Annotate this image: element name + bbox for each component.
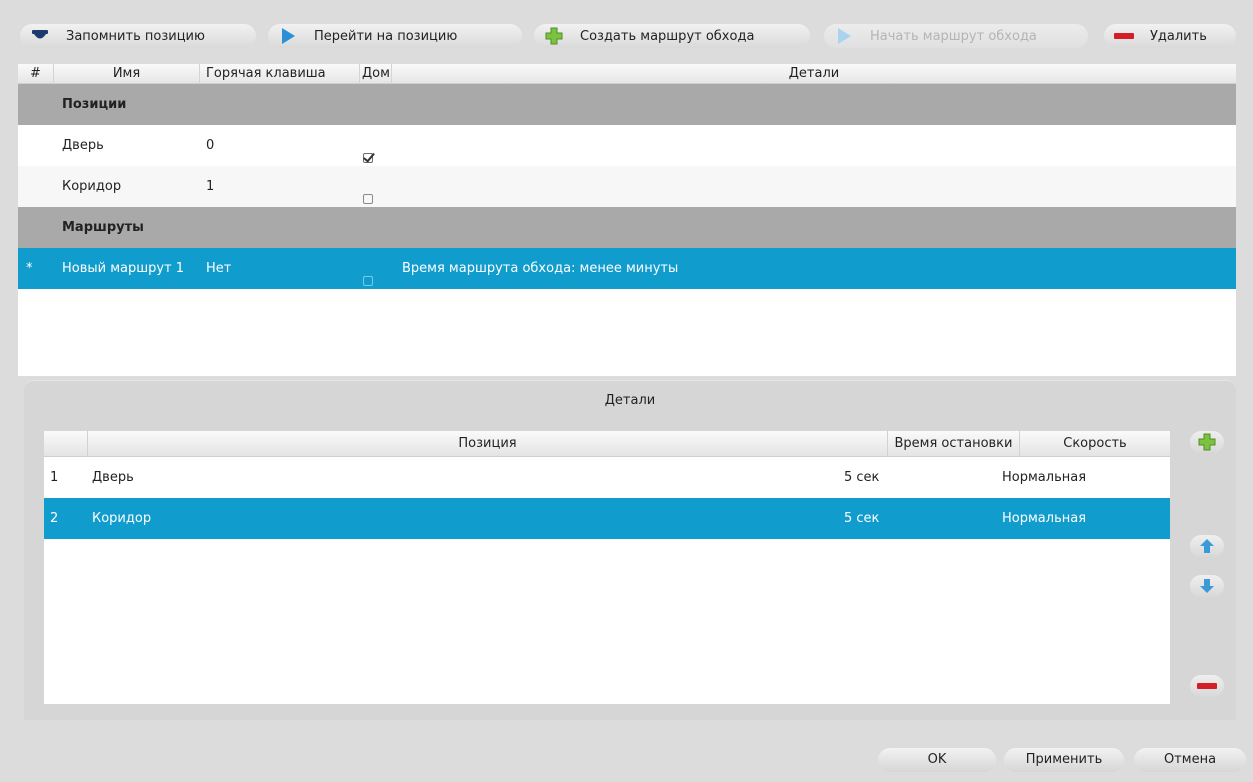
row-hotkey: 1 <box>206 179 215 194</box>
route-point-position: Дверь <box>92 470 134 485</box>
start-route-label: Начать маршрут обхода <box>870 28 1037 44</box>
minus-icon <box>1114 26 1134 46</box>
move-down-button[interactable] <box>1190 575 1224 597</box>
remove-point-button[interactable] <box>1190 675 1224 697</box>
home-checkbox[interactable] <box>363 125 373 166</box>
save-position-button[interactable]: Запомнить позицию <box>20 24 256 48</box>
route-point-index: 2 <box>50 511 59 526</box>
row-number: * <box>26 261 33 276</box>
column-header-name[interactable]: Имя <box>54 63 200 84</box>
row-hotkey: Нет <box>206 261 232 276</box>
left-edge <box>0 376 8 782</box>
start-route-button[interactable]: Начать маршрут обхода <box>824 24 1088 48</box>
column-header-index[interactable] <box>44 431 88 457</box>
minus-icon <box>1197 683 1217 689</box>
column-header-number[interactable]: # <box>18 63 54 84</box>
ok-button[interactable]: OK <box>878 748 996 772</box>
column-header-speed[interactable]: Скорость <box>1020 431 1170 457</box>
row-name: Новый маршрут 1 <box>62 261 185 276</box>
home-checkbox[interactable] <box>363 248 373 289</box>
column-header-details[interactable]: Детали <box>392 64 1236 84</box>
cancel-button[interactable]: Отмена <box>1134 748 1246 772</box>
create-route-button[interactable]: Создать маршрут обхода <box>534 24 810 48</box>
route-point-position: Коридор <box>92 511 152 526</box>
group-header-routes[interactable]: Маршруты <box>18 207 1236 248</box>
route-points-header: Позиция Время остановки Скорость <box>44 431 1170 457</box>
add-point-button[interactable] <box>1190 431 1224 453</box>
route-point-stop-time: 5 сек <box>844 511 880 526</box>
column-header-stop-time[interactable]: Время остановки <box>888 431 1020 457</box>
route-point-row[interactable]: 1 Дверь 5 сек Нормальная <box>44 457 1170 498</box>
arrow-up-icon <box>1200 539 1214 553</box>
column-header-position[interactable]: Позиция <box>88 431 888 457</box>
row-hotkey: 0 <box>206 138 215 153</box>
camera-dome-icon <box>30 26 50 46</box>
route-point-index: 1 <box>50 470 59 485</box>
play-icon <box>278 26 298 46</box>
goto-position-label: Перейти на позицию <box>314 28 458 44</box>
apply-button[interactable]: Применить <box>1004 748 1124 772</box>
row-details: Время маршрута обхода: менее минуты <box>402 261 679 276</box>
delete-button[interactable]: Удалить <box>1104 24 1236 48</box>
home-checkbox[interactable] <box>363 166 373 207</box>
goto-position-button[interactable]: Перейти на позицию <box>268 24 522 48</box>
table-row[interactable]: Дверь 0 <box>18 125 1236 166</box>
group-header-positions[interactable]: Позиции <box>18 84 1236 125</box>
route-point-stop-time: 5 сек <box>844 470 880 485</box>
toolbar: Запомнить позицию Перейти на позицию Соз… <box>16 8 1236 58</box>
plus-icon <box>1198 433 1216 451</box>
play-icon <box>834 26 854 46</box>
column-header-hotkey[interactable]: Горячая клавиша <box>200 63 360 84</box>
create-route-label: Создать маршрут обхода <box>580 28 755 44</box>
row-name: Дверь <box>62 138 104 153</box>
table-row-selected[interactable]: * Новый маршрут 1 Нет Время маршрута обх… <box>18 248 1236 289</box>
row-name: Коридор <box>62 179 122 194</box>
details-title: Детали <box>604 393 656 408</box>
table-header: # Имя Горячая клавиша Дом Детали <box>18 63 1236 84</box>
column-header-home[interactable]: Дом <box>360 63 392 84</box>
arrow-down-icon <box>1200 579 1214 593</box>
route-points-table: Позиция Время остановки Скорость 1 Дверь… <box>44 431 1170 704</box>
positions-routes-table: # Имя Горячая клавиша Дом Детали Позиции… <box>18 63 1236 376</box>
plus-icon <box>544 26 564 46</box>
table-row[interactable]: Коридор 1 <box>18 166 1236 207</box>
save-position-label: Запомнить позицию <box>66 28 205 44</box>
move-up-button[interactable] <box>1190 535 1224 557</box>
route-point-speed: Нормальная <box>1002 470 1087 485</box>
route-point-row-selected[interactable]: 2 Коридор 5 сек Нормальная <box>44 498 1170 539</box>
route-point-speed: Нормальная <box>1002 511 1087 526</box>
details-panel: Детали Позиция Время остановки Скорость … <box>24 380 1236 720</box>
delete-label: Удалить <box>1150 28 1207 44</box>
